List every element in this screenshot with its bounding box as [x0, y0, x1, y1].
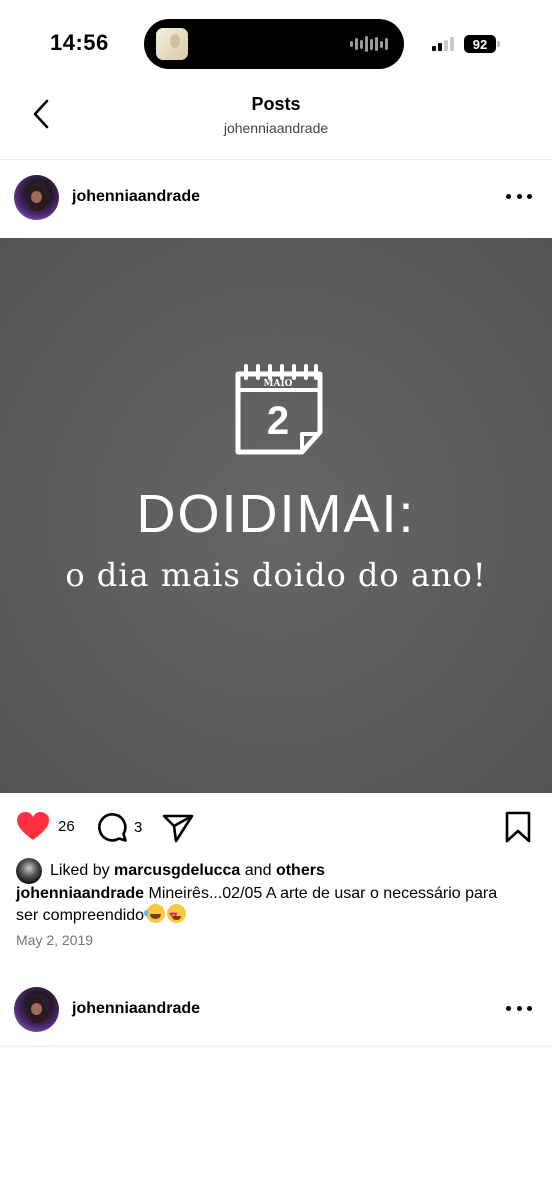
share-button[interactable]	[162, 811, 194, 843]
post-date: May 2, 2019	[16, 932, 94, 948]
bookmark-icon	[505, 811, 531, 843]
dynamic-island[interactable]	[144, 19, 404, 69]
like-button[interactable]: 26	[16, 811, 75, 841]
status-bar: 14:56 92	[0, 0, 552, 80]
battery-tip	[497, 41, 500, 47]
calendar-day: 2	[267, 399, 289, 443]
divider	[0, 1046, 552, 1047]
dot-icon	[516, 1005, 522, 1011]
liked-by-others[interactable]: others	[276, 862, 325, 880]
dot-icon	[527, 1005, 532, 1011]
comment-count: 3	[134, 818, 143, 836]
avatar[interactable]	[14, 175, 59, 220]
liked-by-prefix: Liked by	[50, 862, 110, 879]
image-subline: o dia mais doido do ano!	[65, 556, 487, 594]
post-header: johenniaandrade	[0, 160, 552, 236]
like-count: 26	[58, 817, 75, 835]
liked-by[interactable]: Liked by marcusgdelucca and others	[16, 858, 325, 884]
save-button[interactable]	[504, 811, 532, 843]
image-headline: DOIDIMAI:	[136, 484, 416, 544]
post-caption: johenniaandrade Mineirês...02/05 A arte …	[16, 884, 516, 926]
comment-icon	[98, 813, 127, 842]
dot-icon	[527, 193, 532, 199]
dot-icon	[506, 1005, 511, 1011]
status-time: 14:56	[50, 30, 109, 55]
send-icon	[162, 814, 194, 843]
caption-username[interactable]: johenniaandrade	[16, 885, 144, 902]
comment-button[interactable]: 3	[96, 811, 142, 843]
dot-icon	[506, 193, 511, 199]
post-header: johenniaandrade	[0, 972, 552, 1048]
face-with-tears-of-joy-icon	[144, 904, 166, 923]
post-username[interactable]: johenniaandrade	[72, 188, 200, 206]
post-image[interactable]: MAIO 2 DOIDIMAI: o dia mais doido do ano…	[0, 238, 552, 793]
more-options-button[interactable]	[506, 186, 532, 206]
dot-icon	[516, 193, 522, 199]
now-playing-thumbnail	[156, 28, 188, 60]
calendar-month: MAIO	[264, 379, 293, 389]
post-username[interactable]: johenniaandrade	[72, 1000, 200, 1018]
page-title: Posts	[251, 94, 301, 114]
post-actions: 26 3	[0, 805, 552, 849]
avatar[interactable]	[14, 987, 59, 1032]
page-header: Posts johenniaandrade	[0, 80, 552, 160]
cellular-signal-icon	[432, 37, 454, 51]
liked-by-conjunction: and	[244, 862, 272, 879]
smiling-face-with-heart-eyes-icon	[167, 904, 187, 925]
liked-by-user[interactable]: marcusgdelucca	[114, 862, 240, 880]
liker-avatar	[16, 858, 42, 884]
audio-waveform-icon	[350, 36, 388, 52]
calendar-icon: MAIO 2	[235, 364, 323, 455]
battery-icon: 92	[464, 35, 496, 53]
page-subtitle: johenniaandrade	[223, 120, 329, 136]
heart-icon	[17, 812, 49, 840]
more-options-button[interactable]	[506, 998, 532, 1018]
